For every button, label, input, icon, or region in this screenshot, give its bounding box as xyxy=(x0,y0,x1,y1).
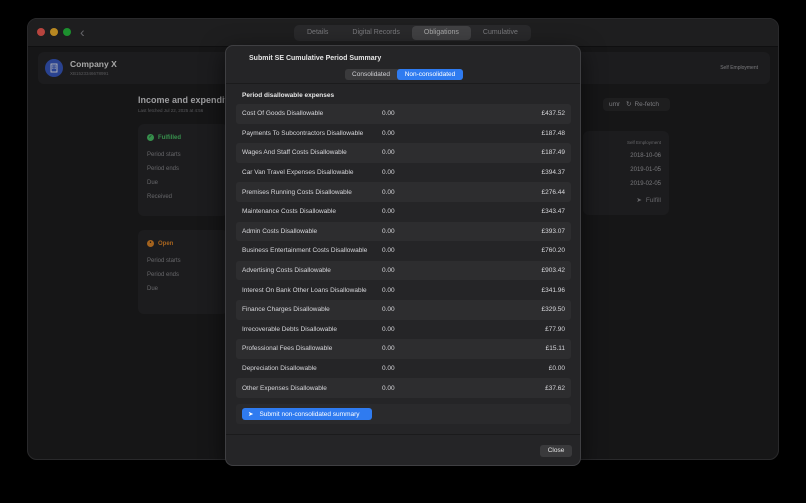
expense-name: Depreciation Disallowable xyxy=(242,365,317,373)
expense-amount: £187.49 xyxy=(541,149,566,157)
tab-non-consolidated[interactable]: Non-consolidated xyxy=(397,69,463,80)
expense-amount: £394.37 xyxy=(541,169,566,177)
close-button[interactable]: Close xyxy=(540,445,572,457)
tab-consolidated[interactable]: Consolidated xyxy=(345,69,397,80)
expense-value[interactable]: 0.00 xyxy=(382,169,422,176)
expense-amount: £276.44 xyxy=(541,188,566,196)
table-row: Advertising Costs Disallowable 0.00 £903.4… xyxy=(236,260,571,281)
expense-value[interactable]: 0.00 xyxy=(382,345,422,352)
expense-name: Interest On Bank Other Loans Disallowabl… xyxy=(242,286,367,294)
expense-value[interactable]: 0.00 xyxy=(382,208,422,215)
table-row: Professional Fees Disallowable 0.00 £15.11 xyxy=(236,339,571,359)
expenses-table: Period disallowable expenses Cost Of Goo… xyxy=(236,86,571,398)
submit-area: ➤ Submit non-consolidated summary xyxy=(236,404,571,424)
divider xyxy=(226,83,580,84)
expense-amount: £0.00 xyxy=(548,365,565,373)
expense-amount: £37.62 xyxy=(545,384,565,392)
expense-name: Cost Of Goods Disallowable xyxy=(242,110,324,118)
expense-name: Business Entertainment Costs Disallowabl… xyxy=(242,247,368,255)
table-row: Maintenance Costs Disallowable 0.00 £343.4… xyxy=(236,202,571,222)
expense-value[interactable]: 0.00 xyxy=(382,326,422,333)
expense-value[interactable]: 0.00 xyxy=(382,110,422,117)
expense-amount: £393.07 xyxy=(541,227,566,235)
consolidation-toggle: Consolidated Non-consolidated xyxy=(345,69,463,80)
expense-name: Admin Costs Disallowable xyxy=(242,227,318,235)
expense-amount: £77.90 xyxy=(545,325,565,333)
table-row: Payments To Subcontractors Disallowable 0… xyxy=(236,124,571,144)
table-row: Business Entertainment Costs Disallowabl… xyxy=(236,241,571,261)
expense-name: Payments To Subcontractors Disallowable xyxy=(242,129,364,137)
dialog-title: Submit SE Cumulative Period Summary xyxy=(249,55,382,62)
divider xyxy=(226,434,580,435)
expense-amount: £341.96 xyxy=(541,286,566,294)
expense-name: Premises Running Costs Disallowable xyxy=(242,188,352,196)
expense-name: Advertising Costs Disallowable xyxy=(242,267,331,275)
expense-amount: £760.20 xyxy=(541,247,566,255)
expense-name: Other Expenses Disallowable xyxy=(242,384,327,392)
expense-amount: £15.11 xyxy=(545,345,565,353)
expense-value[interactable]: 0.00 xyxy=(382,189,422,196)
expense-value[interactable]: 0.00 xyxy=(382,228,422,235)
table-row: Premises Running Costs Disallowable 0.00 £… xyxy=(236,182,571,202)
expense-name: Professional Fees Disallowable xyxy=(242,345,333,353)
expense-name: Irrecoverable Debts Disallowable xyxy=(242,325,338,333)
table-row: Car Van Travel Expenses Disallowable 0.00… xyxy=(236,163,571,183)
expense-amount: £903.42 xyxy=(541,267,566,275)
expense-value[interactable]: 0.00 xyxy=(382,130,422,137)
expense-amount: £187.48 xyxy=(541,129,566,137)
section-header: Period disallowable expenses xyxy=(242,92,335,99)
expense-name: Maintenance Costs Disallowable xyxy=(242,208,336,216)
table-row: Other Expenses Disallowable 0.00 £37.62 xyxy=(236,378,571,398)
table-row: Interest On Bank Other Loans Disallowabl… xyxy=(236,280,571,300)
table-row: Depreciation Disallowable 0.00 £0.00 xyxy=(236,359,571,379)
table-row: Finance Charges Disallowable 0.00 £329.50 xyxy=(236,299,571,320)
table-row: Cost Of Goods Disallowable 0.00 £437.52 xyxy=(236,104,571,124)
submit-non-consolidated-button[interactable]: ➤ Submit non-consolidated summary xyxy=(242,408,372,420)
expense-value[interactable]: 0.00 xyxy=(382,149,422,156)
expense-name: Finance Charges Disallowable xyxy=(242,306,330,314)
expense-name: Wages And Staff Costs Disallowable xyxy=(242,149,347,157)
table-row: Wages And Staff Costs Disallowable 0.00 £1… xyxy=(236,143,571,163)
expense-value[interactable]: 0.00 xyxy=(382,365,422,372)
table-row: Irrecoverable Debts Disallowable 0.00 £77.… xyxy=(236,320,571,340)
expense-name: Car Van Travel Expenses Disallowable xyxy=(242,169,354,177)
expense-value[interactable]: 0.00 xyxy=(382,247,422,254)
expense-value[interactable]: 0.00 xyxy=(382,287,422,294)
expense-amount: £329.50 xyxy=(541,306,566,314)
submit-summary-dialog: Submit SE Cumulative Period Summary Cons… xyxy=(225,45,581,466)
expense-value[interactable]: 0.00 xyxy=(382,306,422,313)
send-icon: ➤ xyxy=(248,411,254,418)
expense-amount: £343.47 xyxy=(541,208,566,216)
expense-amount: £437.52 xyxy=(541,110,566,118)
expense-value[interactable]: 0.00 xyxy=(382,267,422,274)
table-row: Admin Costs Disallowable 0.00 £393.07 xyxy=(236,221,571,242)
expense-value[interactable]: 0.00 xyxy=(382,385,422,392)
